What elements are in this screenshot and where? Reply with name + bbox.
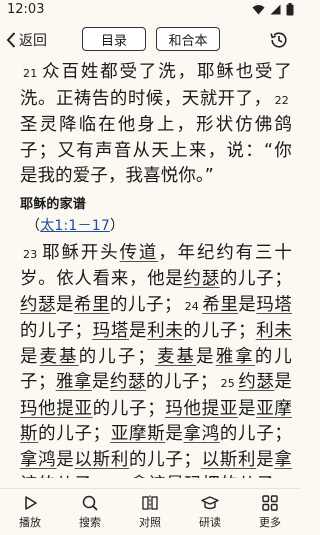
verse-paragraph-21-22[interactable]: 21 众百姓都受了洗，耶稣也受了洗。正祷告的时候，天就开了， 22 圣灵降临在他身上，… bbox=[20, 60, 292, 190]
tab-compare[interactable]: 对照 bbox=[120, 489, 180, 535]
verse-number: 22 bbox=[274, 93, 289, 107]
verse-text: 是 bbox=[92, 372, 110, 392]
search-icon bbox=[82, 495, 98, 511]
verse-text: 是 bbox=[256, 449, 275, 470]
nav-bar: 返回 目录 和合本 bbox=[0, 24, 300, 56]
xref-open-paren: （ bbox=[26, 217, 41, 234]
name-link[interactable]: 麦基 bbox=[40, 347, 79, 367]
version-button[interactable]: 和合本 bbox=[156, 27, 220, 51]
name-link[interactable]: 利未 bbox=[147, 321, 183, 341]
name-link[interactable]: 传道 bbox=[120, 243, 159, 263]
name-link[interactable]: 玛塔 bbox=[256, 295, 292, 315]
verse-text: 的儿子； bbox=[219, 269, 292, 289]
name-link[interactable]: 约瑟 bbox=[238, 372, 274, 392]
name-link[interactable]: 约瑟 bbox=[110, 372, 146, 392]
name-link[interactable]: 玛塔 bbox=[92, 321, 129, 341]
cross-reference-link[interactable]: 太1:1－17 bbox=[40, 218, 110, 234]
name-link[interactable]: 希里 bbox=[202, 295, 238, 315]
bottom-tab-bar: 播放 搜索 对照 研读 更多 bbox=[0, 488, 300, 535]
wifi-icon bbox=[252, 5, 265, 15]
verse-text: 耶稣开头 bbox=[40, 242, 120, 263]
tab-more[interactable]: 更多 bbox=[240, 489, 300, 535]
verse-text: 的儿子； bbox=[183, 321, 256, 341]
tab-search[interactable]: 搜索 bbox=[60, 489, 120, 535]
verse-text: 是 bbox=[56, 294, 74, 315]
name-link[interactable]: 玛他提亚 bbox=[20, 399, 93, 419]
back-button[interactable]: 返回 bbox=[6, 28, 47, 52]
verse-number: 21 bbox=[23, 67, 38, 80]
name-link[interactable]: 约瑟 bbox=[184, 269, 220, 289]
verse-text: 是 bbox=[20, 346, 40, 367]
tab-study[interactable]: 研读 bbox=[180, 489, 240, 535]
verse-text: 的儿子； bbox=[220, 475, 292, 478]
name-link[interactable]: 玛他提亚 bbox=[165, 399, 238, 419]
study-icon bbox=[201, 496, 219, 510]
verse-text: 的儿子； bbox=[219, 424, 292, 444]
name-link[interactable]: 亚摩斯 bbox=[110, 424, 165, 444]
verse-text: 是 bbox=[196, 346, 216, 367]
toc-button[interactable]: 目录 bbox=[82, 27, 146, 51]
tab-more-label: 更多 bbox=[259, 516, 281, 529]
verse-text: 是 bbox=[129, 321, 148, 341]
name-link[interactable]: 玛押 bbox=[184, 475, 220, 478]
verse-text: 的儿子； bbox=[20, 321, 93, 341]
section-heading: 耶稣的家谱 bbox=[20, 196, 87, 212]
chevron-left-icon bbox=[6, 32, 16, 48]
history-button[interactable] bbox=[269, 30, 289, 54]
scripture-text[interactable]: 21 众百姓都受了洗，耶稣也受了洗。正祷告的时候，天就开了， 22 圣灵降临在他身上，… bbox=[20, 60, 292, 478]
verse-text: 圣灵降临在他身上，形状仿佛鸽子；又有声音从天上来，说：“你是我的爱子，我喜悦你。… bbox=[20, 115, 292, 186]
name-link[interactable]: 拿该 bbox=[130, 475, 166, 478]
name-link[interactable]: 希里 bbox=[74, 295, 110, 315]
name-link[interactable]: 以斯利 bbox=[75, 450, 130, 470]
verse-text: 的儿子； bbox=[38, 424, 111, 444]
tab-search-label: 搜索 bbox=[79, 516, 101, 529]
tab-play[interactable]: 播放 bbox=[0, 489, 60, 535]
cross-reference: （太1:1－17） bbox=[26, 217, 292, 235]
tab-study-label: 研读 bbox=[199, 516, 221, 529]
verse-number: 24 bbox=[184, 299, 199, 313]
tab-compare-label: 对照 bbox=[139, 516, 161, 529]
name-link[interactable]: 拿鸿 bbox=[184, 424, 220, 444]
battery-icon bbox=[286, 3, 294, 16]
verse-text: 的儿子； bbox=[110, 294, 182, 315]
verse-text: 是 bbox=[238, 294, 257, 315]
more-icon bbox=[262, 495, 278, 511]
play-icon bbox=[25, 496, 37, 510]
verse-text: 的儿子； bbox=[92, 398, 165, 419]
verse-text: 的儿子； bbox=[146, 372, 218, 392]
xref-close-paren: ） bbox=[109, 217, 125, 234]
verse-text: 是 bbox=[274, 372, 292, 392]
verse-text: 的儿子； bbox=[78, 346, 156, 367]
name-link[interactable]: 利未 bbox=[256, 321, 292, 341]
verse-text: 是 bbox=[165, 424, 184, 444]
name-link[interactable]: 雅拿 bbox=[56, 372, 92, 392]
back-label: 返回 bbox=[19, 33, 47, 49]
name-link[interactable]: 麦基 bbox=[155, 347, 196, 367]
name-link[interactable]: 拿鸿 bbox=[20, 450, 56, 470]
verse-text: 的儿子； bbox=[38, 475, 110, 478]
name-link[interactable]: 约瑟 bbox=[20, 295, 56, 315]
tab-play-label: 播放 bbox=[19, 516, 41, 529]
signal-icon bbox=[270, 4, 281, 15]
verse-text: 是 bbox=[166, 475, 184, 478]
name-link[interactable]: 以斯利 bbox=[201, 450, 256, 470]
compare-icon bbox=[142, 495, 158, 511]
verse-text: 是 bbox=[238, 398, 257, 419]
status-icons bbox=[252, 3, 294, 16]
verse-number: 25 bbox=[220, 377, 235, 390]
verse-number: 23 bbox=[23, 247, 38, 261]
status-bar: 12:03 bbox=[0, 0, 300, 20]
history-icon bbox=[270, 32, 287, 48]
verse-text: 众百姓都受了洗，耶稣也受了洗。正祷告的时候，天就开了， bbox=[20, 62, 292, 109]
verse-paragraph-23-26[interactable]: 23 耶稣开头传道，年纪约有三十岁。依人看来，他是约瑟的儿子；约瑟是希里的儿子； 2… bbox=[20, 241, 292, 479]
verse-text: 是 bbox=[56, 449, 75, 470]
verse-text: 的儿子； bbox=[129, 449, 202, 470]
name-link[interactable]: 雅拿 bbox=[216, 347, 255, 367]
status-time: 12:03 bbox=[7, 2, 45, 17]
